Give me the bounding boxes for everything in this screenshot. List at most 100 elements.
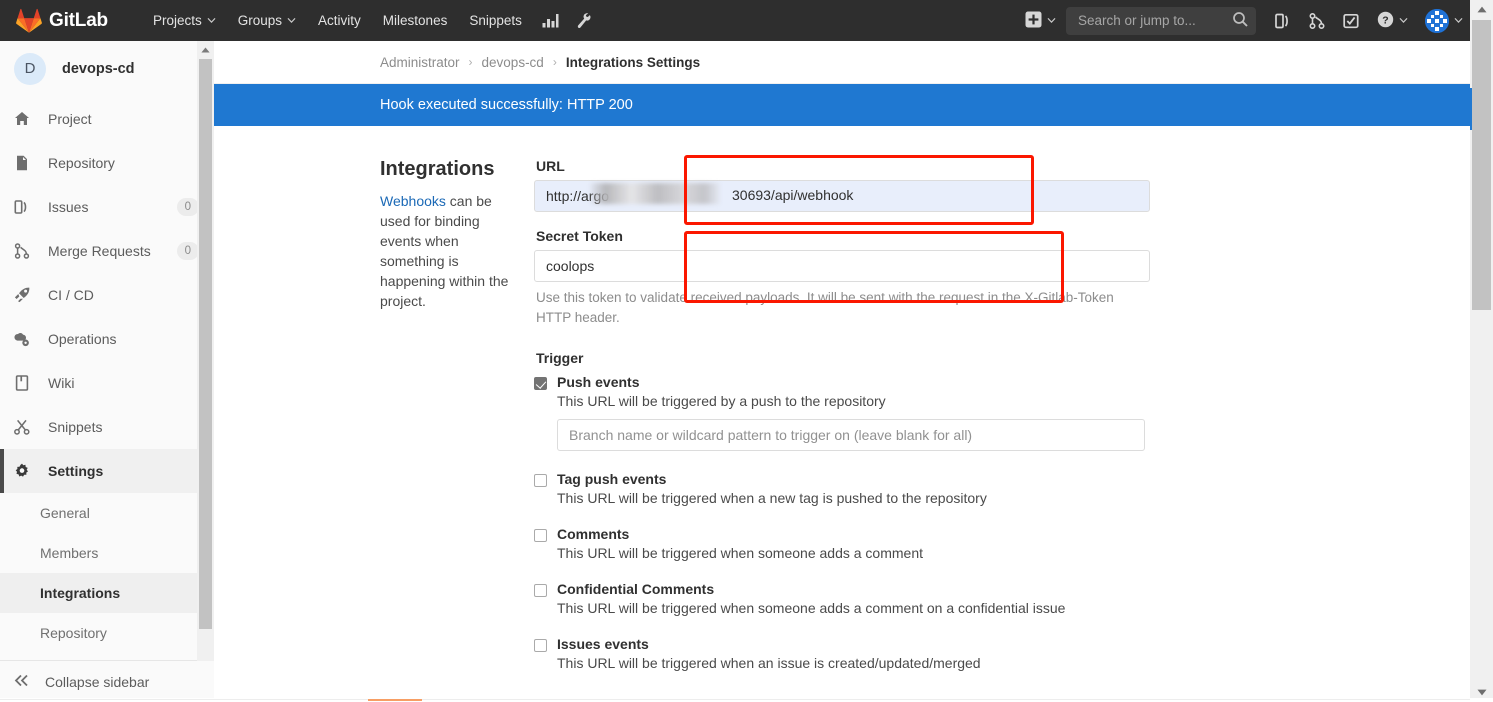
- sidebar-subitem-repository[interactable]: Repository: [0, 613, 213, 653]
- sidebar-item-settings[interactable]: Settings: [0, 449, 213, 493]
- sidebar-item-label: Issues: [48, 199, 89, 215]
- sidebar-item-label: Settings: [48, 463, 104, 479]
- scroll-up-arrow-icon[interactable]: [1470, 0, 1493, 19]
- secret-token-input[interactable]: [534, 250, 1150, 282]
- status-badge: 0: [176, 198, 199, 216]
- bottom-active-tab-indicator: [368, 699, 422, 701]
- confidential-comments-description: This URL will be triggered when someone …: [557, 600, 1066, 616]
- search-input[interactable]: [1076, 12, 1233, 29]
- sidebar-nav-list: Project Repository Issues 0 Merge Reques…: [0, 97, 213, 493]
- plus-square-icon: [1025, 11, 1042, 31]
- collapse-sidebar-label: Collapse sidebar: [45, 673, 150, 690]
- new-item-button[interactable]: [1019, 11, 1066, 31]
- global-search-box[interactable]: [1066, 6, 1256, 35]
- home-icon: [14, 111, 30, 127]
- push-events-label: Push events: [557, 374, 640, 390]
- nav-groups-label: Groups: [237, 13, 283, 28]
- bottom-divider: [0, 699, 1470, 700]
- sidebar-item-issues[interactable]: Issues 0: [0, 185, 213, 229]
- webhooks-doc-link[interactable]: Webhooks: [380, 193, 446, 209]
- nav-activity[interactable]: Activity: [307, 0, 372, 41]
- status-badge: 0: [176, 242, 199, 260]
- help-circle-icon: ?: [1377, 11, 1394, 31]
- comments-checkbox[interactable]: [534, 529, 547, 542]
- user-menu-button[interactable]: [1417, 8, 1463, 33]
- sidebar-item-project[interactable]: Project: [0, 97, 213, 141]
- merge-request-icon: [14, 243, 30, 259]
- nav-projects[interactable]: Projects: [142, 0, 227, 41]
- url-input-wrapper: 30693/api/webhook: [534, 180, 1150, 212]
- sidebar-item-wiki[interactable]: Wiki: [0, 361, 213, 405]
- issues-events-checkbox[interactable]: [534, 639, 547, 652]
- secret-token-field-label: Secret Token: [536, 228, 623, 244]
- gitlab-brand-text: GitLab: [49, 9, 108, 31]
- webhook-form: URL 30693/api/webhook Secret Token Use t…: [534, 158, 1150, 691]
- sidebar-project-header[interactable]: D devops-cd: [0, 41, 213, 97]
- sidebar-item-label: Merge Requests: [48, 243, 151, 259]
- comments-label: Comments: [557, 526, 630, 542]
- page-scrollbar[interactable]: [1470, 0, 1493, 702]
- issues-events-label: Issues events: [557, 636, 649, 652]
- issues-events-description: This URL will be triggered when an issue…: [557, 655, 981, 671]
- sidebar-subitem-members[interactable]: Members: [0, 533, 213, 573]
- todos-done-icon[interactable]: [1334, 0, 1368, 41]
- breadcrumb-separator: ›: [468, 55, 473, 69]
- breadcrumb: Administrator › devops-cd › Integrations…: [214, 41, 1470, 84]
- tag-push-events-checkbox[interactable]: [534, 474, 547, 487]
- document-icon: [14, 155, 30, 171]
- breadcrumb-item-administrator[interactable]: Administrator: [380, 55, 460, 70]
- integrations-description: Webhooks can be used for binding events …: [380, 191, 516, 311]
- issues-icon[interactable]: [1266, 0, 1300, 41]
- chart-bar-icon[interactable]: [533, 0, 568, 41]
- sidebar-item-snippets[interactable]: Snippets: [0, 405, 213, 449]
- help-menu-button[interactable]: ?: [1368, 0, 1417, 41]
- book-icon: [14, 375, 30, 391]
- chevron-down-icon: [1454, 17, 1463, 24]
- chevron-down-icon: [207, 17, 216, 24]
- project-sidebar: D devops-cd Project Repository Issues 0 …: [0, 41, 214, 702]
- trigger-push-events: Push events This URL will be triggered b…: [534, 374, 1150, 451]
- breadcrumb-separator: ›: [552, 55, 557, 69]
- wrench-icon[interactable]: [568, 0, 601, 41]
- breadcrumb-item-current: Integrations Settings: [565, 54, 701, 70]
- nav-milestones[interactable]: Milestones: [372, 0, 459, 41]
- sidebar-item-label: Snippets: [48, 419, 103, 435]
- nav-groups[interactable]: Groups: [227, 0, 307, 41]
- page-scrollbar-thumb[interactable]: [1472, 20, 1491, 310]
- breadcrumb-item-project[interactable]: devops-cd: [482, 55, 544, 70]
- trigger-comments: Comments This URL will be triggered when…: [534, 526, 1150, 561]
- issues-icon: [14, 199, 30, 215]
- chevron-down-icon: [1047, 17, 1056, 24]
- gear-icon: [14, 463, 30, 479]
- push-events-branch-filter-input[interactable]: [557, 419, 1145, 451]
- sidebar-item-repository[interactable]: Repository: [0, 141, 213, 185]
- merge-request-icon[interactable]: [1300, 0, 1334, 41]
- scroll-up-arrow-icon[interactable]: [197, 41, 214, 58]
- top-nav-right-group: ?: [1019, 0, 1493, 41]
- sidebar-scrollbar[interactable]: [197, 41, 214, 661]
- sidebar-item-label: CI / CD: [48, 287, 94, 303]
- confidential-comments-checkbox[interactable]: [534, 584, 547, 597]
- sidebar-subitem-integrations[interactable]: Integrations: [0, 573, 213, 613]
- sidebar-item-operations[interactable]: Operations: [0, 317, 213, 361]
- confidential-comments-label: Confidential Comments: [557, 581, 715, 597]
- push-events-checkbox[interactable]: [534, 377, 547, 390]
- sidebar-subitem-general[interactable]: General: [0, 493, 213, 533]
- avatar: [1425, 8, 1449, 33]
- sidebar-scrollbar-thumb[interactable]: [199, 59, 212, 629]
- sidebar-item-ci-cd[interactable]: CI / CD: [0, 273, 213, 317]
- project-avatar: D: [14, 52, 46, 85]
- comments-description: This URL will be triggered when someone …: [557, 545, 923, 561]
- gitlab-logo-link[interactable]: GitLab: [0, 8, 116, 33]
- integrations-body: Integrations Webhooks can be used for bi…: [214, 126, 1470, 691]
- collapse-sidebar-button[interactable]: Collapse sidebar: [0, 660, 214, 702]
- sidebar-item-merge-requests[interactable]: Merge Requests 0: [0, 229, 213, 273]
- nav-snippets[interactable]: Snippets: [458, 0, 533, 41]
- cloud-gear-icon: [14, 331, 30, 347]
- project-name: devops-cd: [62, 60, 135, 77]
- push-events-description: This URL will be triggered by a push to …: [557, 393, 886, 409]
- tag-push-events-label: Tag push events: [557, 471, 667, 487]
- search-icon[interactable]: [1233, 11, 1248, 30]
- rocket-icon: [14, 287, 30, 303]
- svg-text:?: ?: [1382, 14, 1388, 26]
